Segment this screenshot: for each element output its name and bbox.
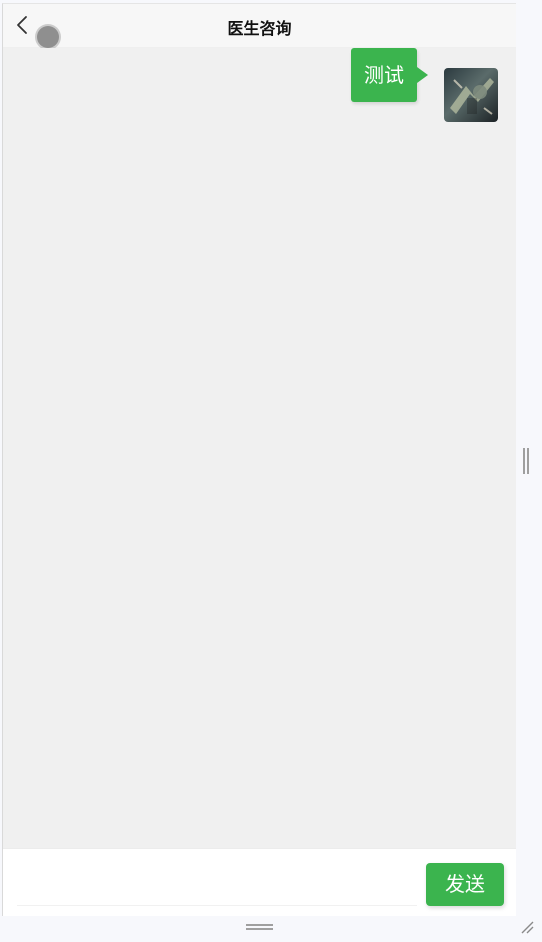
- avatar-image: [444, 68, 498, 122]
- message-input[interactable]: [17, 861, 417, 906]
- header-bar: 医生咨询: [3, 4, 516, 48]
- page-title: 医生咨询: [227, 19, 292, 38]
- vertical-resize-handle[interactable]: [523, 448, 529, 474]
- user-avatar: [444, 68, 498, 122]
- floating-dot-icon[interactable]: [37, 26, 59, 48]
- resize-grip-icon[interactable]: [520, 920, 534, 934]
- message-composer: 发送: [3, 848, 516, 916]
- phone-preview: 医生咨询 测试 发送: [2, 3, 516, 916]
- message-bubble: 测试: [351, 48, 417, 102]
- bubble-tail: [417, 67, 428, 83]
- send-button[interactable]: 发送: [426, 863, 504, 906]
- horizontal-resize-handle[interactable]: [246, 924, 273, 930]
- chat-area[interactable]: 测试: [3, 48, 516, 848]
